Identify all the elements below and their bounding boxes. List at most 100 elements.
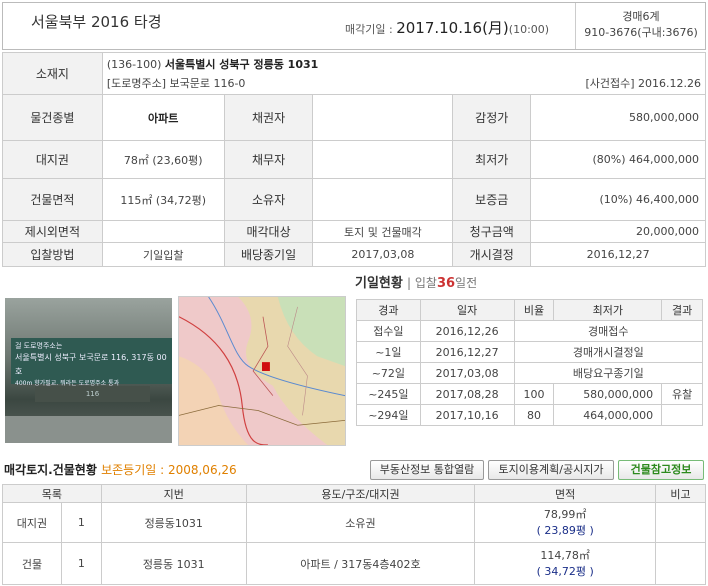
- row-date: 2017,10,16: [419, 404, 515, 426]
- debtor-label: 채무자: [223, 140, 314, 179]
- extra-area-label: 제시외면적: [2, 220, 103, 243]
- creditor-value: [312, 94, 454, 141]
- bid-method-label: 입찰방법: [2, 242, 103, 267]
- col-use: 용도/구조/대지권: [245, 484, 476, 503]
- row-type: 대지권: [2, 502, 62, 543]
- row-lot: 정릉동 1031: [100, 542, 247, 585]
- dividend-deadline-label: 배당종기일: [223, 242, 314, 267]
- address-code: (136-100): [106, 58, 162, 71]
- area-sqm: 78,99㎡: [543, 507, 587, 521]
- land-title: 매각토지.건물현황: [4, 463, 97, 477]
- area-pyeong: ( 34,72평 ): [536, 564, 594, 578]
- preserve-date: 보존등기일 : 2008,06,26: [101, 463, 237, 477]
- sale-date: 2017.10.16(月): [396, 19, 509, 37]
- min-price-label: 최저가: [452, 140, 532, 179]
- realestate-info-button[interactable]: 부동산정보 통합열람: [370, 460, 484, 480]
- row-ratio: 100: [513, 383, 555, 405]
- address-sign: 걸 도로명주소는 서울특별시 성북구 보국문로 116, 317동 00호 40…: [11, 338, 172, 387]
- dday-count: 36: [436, 276, 456, 291]
- land-section-title: 매각토지.건물현황 보존등기일 : 2008,06,26: [4, 461, 237, 478]
- land-building-table: 목록 지번 용도/구조/대지권 면적 비고 대지권 1 정릉동1031 소유권 …: [2, 484, 706, 585]
- auction-status-heading: 기일현황: [355, 276, 403, 291]
- claim-amount-value: 20,000,000: [530, 220, 706, 243]
- row-event: 경매접수: [513, 320, 704, 342]
- col-result: 결과: [661, 299, 703, 321]
- debtor-value: [312, 140, 454, 179]
- land-use-plan-button[interactable]: 토지이용계획/공시지가: [488, 460, 614, 480]
- dday-prefix: 입찰: [414, 276, 437, 290]
- land-right-value: 78㎡ (23,60평): [101, 140, 225, 179]
- area-sqm: 114,78㎡: [540, 548, 590, 562]
- type-label: 물건종별: [2, 94, 103, 141]
- dept-info: 경매6계 910-3676(구내:3676): [577, 9, 705, 41]
- status-row: ~294일 2017,10,16 80 464,000,000: [356, 404, 703, 426]
- land-row: 건물 1 정릉동 1031 아파트 / 317동4층402호 114,78㎡ (…: [2, 542, 706, 585]
- sign-small-text: 걸 도로명주소는: [15, 342, 63, 350]
- col-min-price: 최저가: [553, 299, 663, 321]
- row-note: [655, 502, 706, 543]
- owner-value: [312, 178, 454, 221]
- min-price-value: (80%) 464,000,000: [530, 140, 706, 179]
- col-ratio: 비율: [513, 299, 555, 321]
- map-marker: [262, 362, 270, 371]
- road-address: [도로명주소] 보국문로 116-0: [106, 77, 246, 90]
- row-note: [655, 542, 706, 585]
- address-cell: (136-100) 서울특별시 성북구 정릉동 1031 [도로명주소] 보국문…: [101, 52, 707, 95]
- deposit-label: 보증금: [452, 178, 532, 221]
- row-type: 건물: [2, 542, 62, 585]
- location-label: 소재지: [2, 52, 103, 95]
- dday-suffix: 일전: [455, 276, 478, 290]
- sign-main-text: 서울특별시 성북구 보국문로 116, 317동 00호: [15, 353, 167, 376]
- type-value: 아파트: [101, 94, 225, 141]
- divider: [575, 3, 576, 49]
- building-area-label: 건물면적: [2, 178, 103, 221]
- row-event: 경매개시결정일: [513, 341, 704, 363]
- sale-target-label: 매각대상: [223, 220, 314, 243]
- map-graphic: [179, 297, 345, 445]
- status-row: ~1일 2016,12,27 경매개시결정일: [356, 341, 704, 363]
- row-elapsed: 접수일: [356, 320, 421, 342]
- row-event: 배당요구종기일: [513, 362, 704, 384]
- sale-time: (10:00): [508, 23, 550, 36]
- row-result: [661, 404, 703, 426]
- claim-amount-label: 청구금액: [452, 220, 532, 243]
- court-case-title: 서울북부 2016 타경: [31, 13, 162, 31]
- auction-status-table: 경과 일자 비율 최저가 결과 접수일 2016,12,26 경매접수 ~1일 …: [356, 299, 704, 426]
- row-elapsed: ~72일: [356, 362, 421, 384]
- property-photo[interactable]: 걸 도로명주소는 서울특별시 성북구 보국문로 116, 317동 00호 40…: [5, 298, 172, 443]
- col-note: 비고: [655, 484, 706, 503]
- address: 서울특별시 성북구 정릉동 1031: [164, 58, 319, 71]
- area-pyeong: ( 23,89평 ): [536, 523, 594, 537]
- row-no: 1: [60, 502, 102, 543]
- land-right-label: 대지권: [2, 140, 103, 179]
- sale-date-label: 매각기일 :: [345, 23, 393, 36]
- bid-method-value: 기일입찰: [101, 242, 225, 267]
- photo-bottom: [5, 416, 172, 443]
- row-use: 소유권: [245, 502, 476, 543]
- dept-name: 경매6계: [622, 10, 660, 23]
- appraisal-value: 580,000,000: [530, 94, 706, 141]
- building-reference-button[interactable]: 건물참고정보: [618, 460, 704, 480]
- col-elapsed: 경과: [356, 299, 421, 321]
- row-use: 아파트 / 317동4층402호: [245, 542, 476, 585]
- row-ratio: 80: [513, 404, 555, 426]
- commencement-label: 개시결정: [452, 242, 532, 267]
- case-received: [사건접수] 2016.12.26: [585, 77, 701, 90]
- appraisal-label: 감정가: [452, 94, 532, 141]
- sign-plate: 116: [35, 386, 150, 402]
- extra-area-value: [101, 220, 225, 243]
- row-date: 2016,12,26: [419, 320, 515, 342]
- land-row: 대지권 1 정릉동1031 소유권 78,99㎡ ( 23,89평 ): [2, 502, 706, 543]
- row-area: 78,99㎡ ( 23,89평 ): [474, 502, 657, 543]
- dept-phone: 910-3676(구내:3676): [584, 26, 698, 39]
- row-area: 114,78㎡ ( 34,72평 ): [474, 542, 657, 585]
- row-date: 2017,03,08: [419, 362, 515, 384]
- deposit-value: (10%) 46,400,000: [530, 178, 706, 221]
- row-no: 1: [60, 542, 102, 585]
- location-map[interactable]: [178, 296, 346, 446]
- row-lot: 정릉동1031: [100, 502, 247, 543]
- row-elapsed: ~245일: [356, 383, 421, 405]
- row-price: 580,000,000: [553, 383, 663, 405]
- row-date: 2016,12,27: [419, 341, 515, 363]
- row-date: 2017,08,28: [419, 383, 515, 405]
